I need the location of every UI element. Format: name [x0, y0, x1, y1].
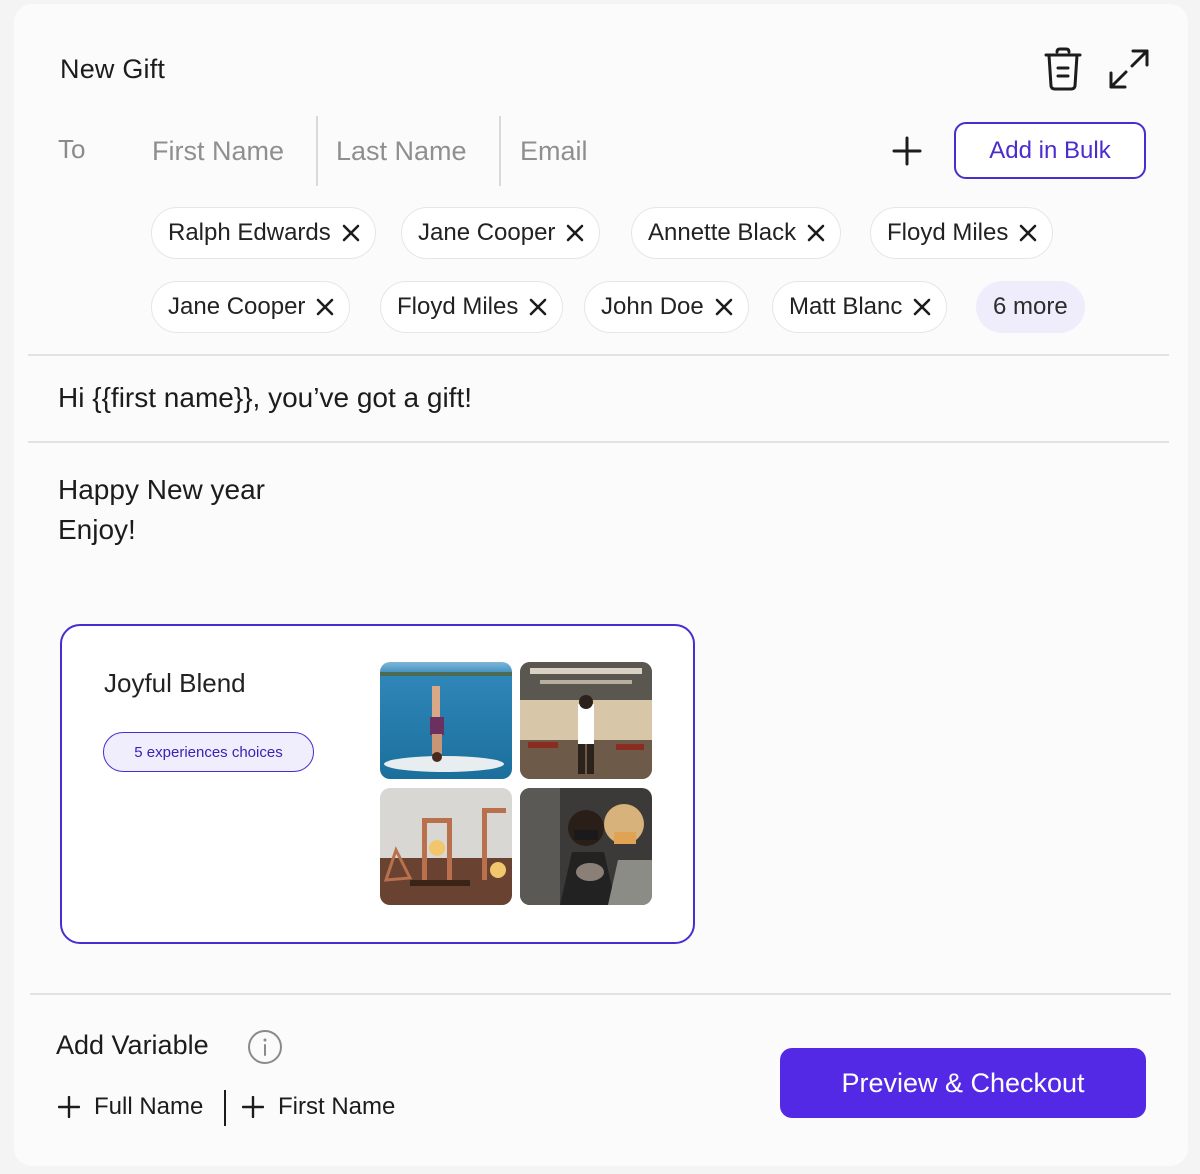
info-icon[interactable] [247, 1029, 283, 1065]
chip-label: Jane Cooper [168, 293, 306, 320]
field-divider [499, 116, 501, 186]
plus-icon [58, 1096, 80, 1118]
close-icon[interactable] [714, 297, 734, 317]
chip-label: Annette Black [648, 219, 797, 246]
add-full-name-variable-button[interactable]: Full Name [58, 1093, 203, 1121]
section-divider [28, 441, 1169, 443]
add-recipient-button[interactable] [884, 128, 930, 174]
variable-label: First Name [278, 1093, 396, 1120]
restaurant-photo [520, 662, 652, 779]
subject-line[interactable]: Hi {{first name}}, you’ve got a gift! [58, 382, 472, 414]
expand-icon[interactable] [1104, 44, 1154, 94]
pottery-workshop-photo [520, 788, 652, 905]
chip-label: Jane Cooper [418, 219, 556, 246]
trash-icon[interactable] [1038, 44, 1088, 94]
section-divider [30, 993, 1171, 995]
gift-card[interactable]: Joyful Blend 5 experiences choices [60, 624, 695, 944]
message-line: Happy New year [58, 474, 265, 505]
chip-label: John Doe [601, 293, 704, 320]
close-icon[interactable] [341, 223, 361, 243]
paddleboard-yoga-photo [380, 662, 512, 779]
last-name-input[interactable] [318, 116, 500, 186]
close-icon[interactable] [1018, 223, 1038, 243]
message-line: Enjoy! [58, 514, 136, 545]
plus-icon [242, 1096, 264, 1118]
add-in-bulk-button[interactable]: Add in Bulk [954, 122, 1146, 179]
preview-checkout-button[interactable]: Preview & Checkout [780, 1048, 1146, 1118]
more-recipients-chip[interactable]: 6 more [976, 281, 1085, 333]
email-input[interactable] [502, 116, 862, 186]
recipient-chip: John Doe [584, 281, 749, 333]
message-body[interactable]: Happy New year Enjoy! [58, 470, 265, 550]
close-icon[interactable] [806, 223, 826, 243]
experiences-badge: 5 experiences choices [103, 732, 314, 772]
variable-label: Full Name [94, 1093, 204, 1120]
close-icon[interactable] [912, 297, 932, 317]
variable-divider [224, 1090, 226, 1126]
recipient-chip: Jane Cooper [401, 207, 601, 259]
close-icon[interactable] [315, 297, 335, 317]
recipient-chip: Annette Black [631, 207, 842, 259]
chip-label: Floyd Miles [397, 293, 519, 320]
plus-icon [892, 136, 922, 166]
section-divider [28, 354, 1169, 356]
recipient-chip: Floyd Miles [870, 207, 1054, 259]
chip-label: Ralph Edwards [168, 219, 331, 246]
add-first-name-variable-button[interactable]: First Name [242, 1093, 395, 1121]
chip-label: Floyd Miles [887, 219, 1009, 246]
chip-label: Matt Blanc [789, 293, 903, 320]
page-title: New Gift [60, 54, 166, 84]
to-label: To [58, 134, 86, 164]
add-variable-label: Add Variable [56, 1030, 209, 1060]
recipient-chip: Matt Blanc [772, 281, 948, 333]
recipient-chip: Floyd Miles [380, 281, 564, 333]
lamp-making-photo [380, 788, 512, 905]
recipient-chip: Jane Cooper [151, 281, 351, 333]
gift-name: Joyful Blend [104, 668, 246, 698]
first-name-input[interactable] [134, 116, 316, 186]
close-icon[interactable] [565, 223, 585, 243]
recipient-chip: Ralph Edwards [151, 207, 376, 259]
close-icon[interactable] [528, 297, 548, 317]
